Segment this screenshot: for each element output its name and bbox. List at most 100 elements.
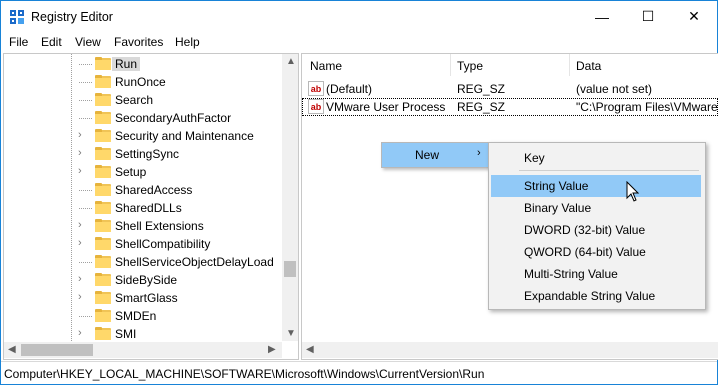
value-data: (value not set) xyxy=(576,82,653,96)
folder-icon xyxy=(95,111,111,124)
submenu-arrow-icon: › xyxy=(477,147,481,159)
tree-horizontal-scrollbar[interactable]: ◀ ▶ xyxy=(4,342,282,358)
folder-icon xyxy=(95,147,111,160)
value-name: (Default) xyxy=(326,82,373,96)
submenu-item[interactable]: DWORD (32-bit) Value xyxy=(491,219,701,241)
column-divider[interactable] xyxy=(569,54,570,76)
menu-bar: File Edit View Favorites Help xyxy=(1,32,717,52)
values-horizontal-scrollbar[interactable]: ◀ xyxy=(302,342,718,358)
submenu-item[interactable]: Expandable String Value xyxy=(491,285,701,307)
tree-hscroll-thumb[interactable] xyxy=(21,344,93,356)
tree-item[interactable]: SMDEn xyxy=(4,307,282,325)
scroll-down-arrow-icon[interactable]: ▼ xyxy=(286,328,296,339)
tree-item[interactable]: › SMI xyxy=(4,325,282,343)
tree-item[interactable]: Run xyxy=(4,55,282,73)
folder-icon xyxy=(95,327,111,340)
close-button[interactable]: ✕ xyxy=(671,1,717,32)
scroll-right-arrow-icon[interactable]: ▶ xyxy=(268,344,276,355)
folder-icon xyxy=(95,237,111,250)
value-name: VMware User Process xyxy=(326,100,446,114)
tree-connector xyxy=(79,190,93,191)
tree-item[interactable]: › Setup xyxy=(4,163,282,181)
tree-connector xyxy=(79,208,93,209)
tree-item[interactable]: RunOnce xyxy=(4,73,282,91)
menu-help[interactable]: Help xyxy=(175,35,200,49)
tree-item[interactable]: › SettingSync xyxy=(4,145,282,163)
tree-item[interactable]: SecondaryAuthFactor xyxy=(4,109,282,127)
expand-chevron-icon[interactable]: › xyxy=(78,273,82,285)
submenu-item-label: Expandable String Value xyxy=(524,289,656,303)
tree-connector xyxy=(79,262,93,263)
folder-icon xyxy=(95,75,111,88)
tree-connector xyxy=(79,64,93,65)
folder-icon xyxy=(95,93,111,106)
submenu-item[interactable]: QWORD (64-bit) Value xyxy=(491,241,701,263)
submenu-item-label: Multi-String Value xyxy=(524,267,618,281)
menu-edit[interactable]: Edit xyxy=(41,35,62,49)
tree-item-label: SmartGlass xyxy=(115,291,178,305)
scroll-up-arrow-icon[interactable]: ▲ xyxy=(286,56,296,67)
tree-item[interactable]: › Security and Maintenance xyxy=(4,127,282,145)
column-header-data[interactable]: Data xyxy=(576,59,601,73)
string-value-icon: ab xyxy=(308,81,324,96)
tree-item-label: ShellCompatibility xyxy=(115,237,211,251)
expand-chevron-icon[interactable]: › xyxy=(78,327,82,339)
value-type: REG_SZ xyxy=(457,82,506,96)
menu-favorites[interactable]: Favorites xyxy=(114,35,163,49)
submenu-item[interactable]: Key xyxy=(491,147,701,169)
key-path: Computer\HKEY_LOCAL_MACHINE\SOFTWARE\Mic… xyxy=(4,367,485,381)
tree-item-label: Shell Extensions xyxy=(115,219,204,233)
tree-item-label: ShellServiceObjectDelayLoad xyxy=(115,255,274,269)
tree-item[interactable]: › Shell Extensions xyxy=(4,217,282,235)
context-menu-new[interactable]: New › xyxy=(382,143,488,167)
tree-item-label: Run xyxy=(112,57,141,71)
folder-icon xyxy=(95,201,111,214)
tree-item-label: SMDEn xyxy=(115,309,157,323)
submenu-item-label: Binary Value xyxy=(524,201,592,215)
expand-chevron-icon[interactable]: › xyxy=(78,129,82,141)
folder-icon xyxy=(95,165,111,178)
tree-item[interactable]: Search xyxy=(4,91,282,109)
scroll-left-arrow-icon[interactable]: ◀ xyxy=(306,344,314,355)
folder-icon xyxy=(95,129,111,142)
mouse-pointer-icon xyxy=(626,181,640,202)
expand-chevron-icon[interactable]: › xyxy=(78,147,82,159)
value-row[interactable]: ab (Default) REG_SZ (value not set) xyxy=(302,80,718,98)
menu-view[interactable]: View xyxy=(75,35,101,49)
value-data: "C:\Program Files\VMware xyxy=(576,100,718,114)
status-bar: Computer\HKEY_LOCAL_MACHINE\SOFTWARE\Mic… xyxy=(1,361,717,384)
expand-chevron-icon[interactable]: › xyxy=(78,165,82,177)
submenu-item[interactable]: String Value xyxy=(491,175,701,197)
window-title: Registry Editor xyxy=(31,10,113,24)
tree-item-label: SecondaryAuthFactor xyxy=(115,111,232,125)
tree-vertical-scrollbar[interactable]: ▲ ▼ xyxy=(282,54,298,341)
string-value-icon: ab xyxy=(308,99,324,114)
title-bar[interactable]: Registry Editor — ☐ ✕ xyxy=(1,1,717,32)
tree-connector xyxy=(79,100,93,101)
tree-item[interactable]: SharedDLLs xyxy=(4,199,282,217)
column-header-type[interactable]: Type xyxy=(457,59,483,73)
tree-scroll-thumb[interactable] xyxy=(284,261,296,277)
tree-item[interactable]: › SmartGlass xyxy=(4,289,282,307)
tree-item[interactable]: SharedAccess xyxy=(4,181,282,199)
key-tree-pane[interactable]: Run RunOnce Search SecondaryAuthFactor › Secu… xyxy=(3,53,299,360)
minimize-button[interactable]: — xyxy=(579,1,625,32)
submenu-item[interactable]: Multi-String Value xyxy=(491,263,701,285)
column-divider[interactable] xyxy=(450,54,451,76)
folder-icon xyxy=(95,255,111,268)
expand-chevron-icon[interactable]: › xyxy=(78,219,82,231)
expand-chevron-icon[interactable]: › xyxy=(78,291,82,303)
tree-item[interactable]: › SideBySide xyxy=(4,271,282,289)
maximize-button[interactable]: ☐ xyxy=(625,1,671,32)
column-header-name[interactable]: Name xyxy=(310,59,342,73)
submenu-item-label: QWORD (64-bit) Value xyxy=(524,245,646,259)
tree-item[interactable]: ShellServiceObjectDelayLoad xyxy=(4,253,282,271)
submenu-item[interactable]: Binary Value xyxy=(491,197,701,219)
scroll-left-arrow-icon[interactable]: ◀ xyxy=(8,344,16,355)
menu-file[interactable]: File xyxy=(9,35,28,49)
tree-item[interactable]: › ShellCompatibility xyxy=(4,235,282,253)
folder-icon xyxy=(95,219,111,232)
context-menu: New › xyxy=(381,142,489,168)
expand-chevron-icon[interactable]: › xyxy=(78,237,82,249)
value-row[interactable]: ab VMware User Process REG_SZ "C:\Progra… xyxy=(302,98,718,116)
